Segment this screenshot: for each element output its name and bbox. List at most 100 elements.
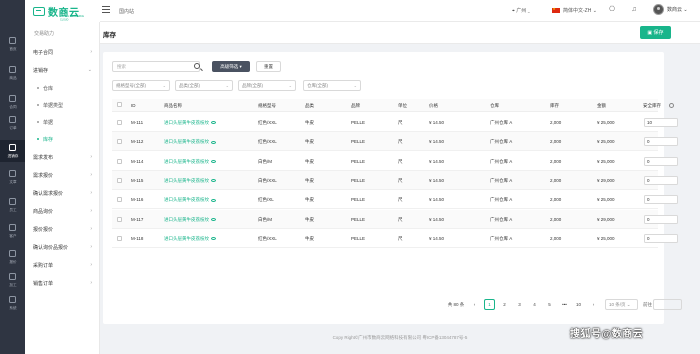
cell-unit: 尺: [398, 236, 403, 242]
sidebar-item[interactable]: 进销存 ⌄: [25, 62, 100, 78]
sidebar-subitem[interactable]: 仓库: [25, 80, 100, 96]
rail-item[interactable]: 员工: [0, 194, 25, 216]
title-bar: 库存 ▣ 保存: [100, 22, 700, 44]
cell-name[interactable]: 进口头层黄牛皮荔枝纹: [164, 236, 216, 242]
table-row[interactable]: M-111 进口头层黄牛皮荔枝纹 红色/XXL 牛皮 PELLE 尺 ¥ 14.50 广州仓库…: [112, 113, 678, 132]
cell-name[interactable]: 进口头层黄牛皮荔枝纹: [164, 197, 216, 203]
chevron-icon: ›: [90, 190, 92, 196]
page-size-select[interactable]: 10 条/页 ⌄: [605, 299, 638, 310]
eye-icon[interactable]: [211, 217, 216, 221]
pagination-ellipsis[interactable]: •••: [559, 299, 570, 310]
table-row[interactable]: M-116 进口头层黄牛皮荔枝纹 红色/XL 牛皮 PELLE 尺 ¥ 14.50 广州仓库 …: [112, 190, 678, 210]
row-checkbox[interactable]: [117, 197, 122, 203]
sidebar-item[interactable]: 采购订单 ›: [25, 257, 100, 273]
cell-unit: 尺: [398, 178, 403, 184]
safety-stock-input[interactable]: 0: [644, 156, 678, 166]
table-row[interactable]: M-117 进口头层黄牛皮荔枝纹 白色/M 牛皮 PELLE 尺 ¥ 14.50 广州仓库 A…: [112, 209, 678, 229]
pagination-page[interactable]: 10: [573, 299, 584, 310]
rail-item[interactable]: 客户: [0, 220, 25, 242]
table-row[interactable]: M-115 进口头层黄牛皮荔枝纹 白色/XXL 牛皮 PELLE 尺 ¥ 14.50 广州仓库…: [112, 170, 678, 190]
filter-brand[interactable]: 品牌(全部) ⌄: [238, 80, 296, 91]
safety-stock-input[interactable]: 0: [644, 175, 678, 185]
location-selector[interactable]: ⌖ 广州 ⌄: [512, 7, 530, 14]
sidebar-item[interactable]: 销售订单 ›: [25, 275, 100, 291]
pagination-prev[interactable]: ‹: [469, 299, 480, 310]
row-checkbox[interactable]: [117, 158, 122, 164]
eye-icon[interactable]: [211, 159, 216, 163]
cell-text: 白色/M: [258, 216, 272, 222]
sidebar-item[interactable]: 需求报价 ›: [25, 167, 100, 183]
cell-name[interactable]: 进口头层黄牛皮荔枝纹: [164, 217, 216, 223]
select-all-checkbox[interactable]: [117, 102, 122, 107]
rail-item[interactable]: 文章: [0, 166, 25, 188]
eye-icon[interactable]: [211, 121, 216, 125]
save-button[interactable]: ▣ 保存: [640, 26, 671, 39]
reset-button[interactable]: 重置: [256, 61, 281, 72]
headset-icon[interactable]: ⎔: [608, 6, 616, 14]
safety-stock-input[interactable]: 0: [644, 195, 678, 205]
sidebar-subitem[interactable]: 单据: [25, 114, 100, 130]
sidebar-item[interactable]: 确认需求报价 ›: [25, 185, 100, 201]
pagination-page[interactable]: 3: [514, 299, 525, 310]
table-row[interactable]: M-112 进口头层黄牛皮荔枝纹 红色/XXL 牛皮 PELLE 尺 ¥ 14.50 广州仓库…: [112, 132, 678, 152]
cell-text: 广州仓库 A: [490, 120, 513, 125]
filter-category[interactable]: 品类(全部) ⌄: [175, 80, 233, 91]
pagination-page[interactable]: 2: [499, 299, 510, 310]
sidebar-item[interactable]: 需求发布 ›: [25, 149, 100, 165]
table-row[interactable]: M-114 进口头层黄牛皮荔枝纹 白色/M 牛皮 PELLE 尺 ¥ 14.50 广州仓库 A…: [112, 152, 678, 171]
safety-stock-input[interactable]: 10: [644, 118, 678, 127]
cell-text: 牛皮: [305, 216, 314, 222]
filter-spec[interactable]: 规格型号(全部) ⌄: [112, 80, 170, 91]
safety-stock-input[interactable]: 0: [644, 137, 678, 147]
safety-stock-input[interactable]: 0: [644, 233, 678, 243]
user-menu[interactable]: 数商云 ⌄: [653, 4, 688, 15]
rail-item[interactable]: 合同: [0, 91, 25, 113]
goto-page-input[interactable]: [653, 299, 682, 310]
sidebar-item[interactable]: 电子合同 ›: [25, 44, 100, 60]
row-checkbox[interactable]: [117, 216, 122, 222]
row-checkbox[interactable]: [117, 177, 122, 183]
row-checkbox[interactable]: [117, 235, 122, 241]
row-checkbox[interactable]: [117, 139, 122, 145]
search-icon[interactable]: [194, 63, 200, 69]
menu-toggle-icon[interactable]: [102, 6, 110, 14]
cell-name[interactable]: 进口头层黄牛皮荔枝纹: [164, 159, 216, 165]
pagination-page[interactable]: 1: [484, 299, 495, 310]
cell-name[interactable]: 进口头层黄牛皮荔枝纹: [164, 139, 216, 145]
rail-item[interactable]: 商品: [0, 62, 25, 84]
pagination-page[interactable]: 5: [544, 299, 555, 310]
rail-item[interactable]: 加工: [0, 269, 25, 291]
table-row[interactable]: M-118 进口头层黄牛皮荔枝纹 红色/XXL 牛皮 PELLE 尺 ¥ 14.50 广州仓库…: [112, 229, 678, 248]
pagination-page[interactable]: 4: [529, 299, 540, 310]
row-checkbox[interactable]: [117, 120, 122, 125]
filter-warehouse[interactable]: 仓库(全部) ⌄: [303, 80, 361, 91]
sidebar-item[interactable]: 报价报价 ›: [25, 221, 100, 237]
rail-item[interactable]: 报价: [0, 246, 25, 268]
cell-name[interactable]: 进口头层黄牛皮荔枝纹: [164, 178, 216, 184]
eye-icon[interactable]: [211, 237, 216, 241]
advanced-filter-button[interactable]: 高级筛选 ▾: [212, 61, 250, 72]
rail-item[interactable]: 首页: [0, 33, 25, 55]
breadcrumb[interactable]: 国内站: [119, 8, 134, 15]
eye-icon[interactable]: [211, 198, 216, 202]
language-selector[interactable]: 简体中文-ZH ⌄: [552, 7, 597, 14]
cell-text: ¥ 14.50: [429, 235, 445, 241]
eye-icon[interactable]: [211, 179, 216, 183]
sidebar-item[interactable]: 商品询价 ›: [25, 203, 100, 219]
settings-gear-icon[interactable]: [669, 103, 674, 108]
safety-stock-input[interactable]: 0: [644, 214, 678, 224]
sidebar-item[interactable]: 确认询价品报价 ›: [25, 239, 100, 255]
logo-subtext: DIGITAL COMMERCE CLOUD: [60, 14, 85, 22]
cell-text: ¥ 14.50: [429, 139, 445, 145]
chevron-down-icon: ⌄: [288, 83, 292, 88]
rail-item[interactable]: 订单: [0, 112, 25, 134]
pagination-next[interactable]: ›: [588, 299, 599, 310]
bell-icon[interactable]: ♫: [630, 6, 638, 14]
rail-item[interactable]: 进销存: [0, 140, 25, 162]
cell-name[interactable]: 进口头层黄牛皮荔枝纹: [164, 120, 216, 126]
sidebar-subitem[interactable]: 库存: [25, 131, 100, 147]
sidebar-subitem[interactable]: 单据类型: [25, 97, 100, 113]
search-input[interactable]: 搜索: [112, 61, 200, 72]
eye-icon[interactable]: [211, 140, 216, 144]
rail-item[interactable]: 系统: [0, 292, 25, 314]
